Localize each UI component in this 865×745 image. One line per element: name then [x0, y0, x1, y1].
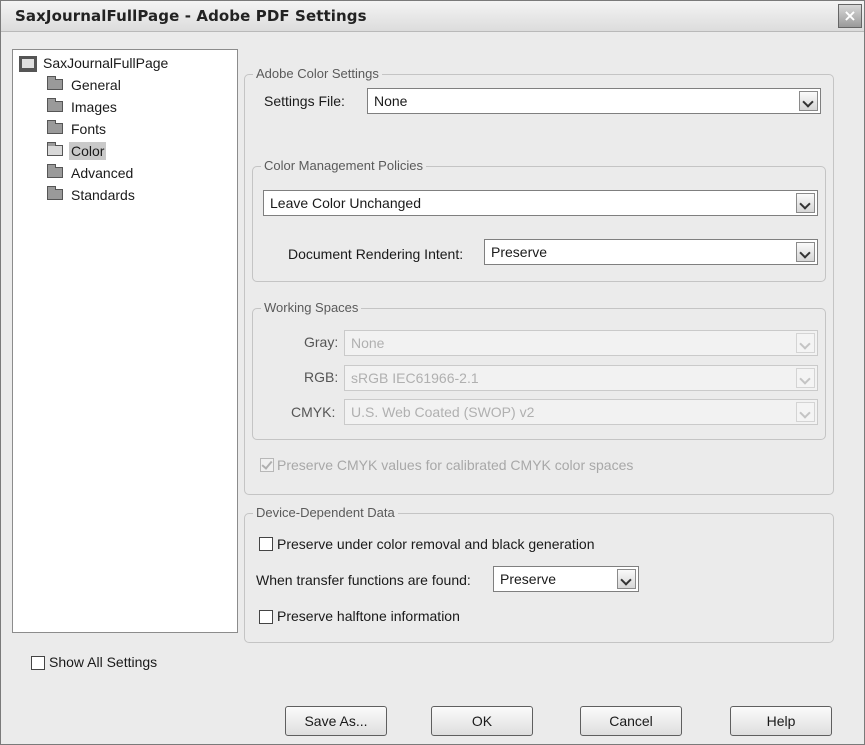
chevron-down-icon[interactable]: [796, 193, 815, 213]
folder-icon: [47, 164, 64, 179]
cmyk-workspace-select[interactable]: U.S. Web Coated (SWOP) v2: [344, 399, 818, 425]
settings-file-icon: [19, 56, 37, 72]
group-legend: Adobe Color Settings: [253, 66, 382, 81]
cmyk-value: U.S. Web Coated (SWOP) v2: [351, 404, 535, 420]
chevron-down-icon[interactable]: [796, 242, 815, 262]
rendering-intent-value: Preserve: [491, 244, 548, 260]
help-button[interactable]: Help: [730, 706, 832, 736]
chevron-down-icon: [796, 368, 815, 388]
folder-icon: [47, 120, 64, 135]
folder-icon: [47, 76, 64, 91]
rgb-label: RGB:: [304, 369, 339, 385]
gray-workspace-select[interactable]: None: [344, 330, 818, 356]
group-legend: Working Spaces: [261, 300, 362, 315]
preserve-cmyk-label: Preserve CMYK values for calibrated CMYK…: [277, 457, 634, 473]
tree-item-label: Color: [69, 142, 107, 160]
show-all-settings-checkbox[interactable]: [31, 656, 45, 670]
close-icon: ×: [843, 6, 857, 25]
group-legend: Color Management Policies: [261, 158, 426, 173]
preserve-halftone-checkbox[interactable]: [259, 610, 273, 624]
tree-item-label: Images: [71, 99, 117, 115]
gray-value: None: [351, 335, 385, 351]
settings-file-label: Settings File:: [264, 93, 345, 109]
color-policy-value: Leave Color Unchanged: [270, 195, 421, 211]
group-legend: Device-Dependent Data: [253, 505, 398, 520]
chevron-down-icon: [796, 333, 815, 353]
chevron-down-icon[interactable]: [799, 91, 818, 111]
rgb-value: sRGB IEC61966-2.1: [351, 370, 479, 386]
settings-tree: SaxJournalFullPage General Images Fonts …: [12, 49, 238, 633]
chevron-down-icon[interactable]: [617, 569, 636, 589]
tree-root-label: SaxJournalFullPage: [43, 55, 169, 71]
transfer-functions-label: When transfer functions are found:: [256, 572, 471, 588]
folder-icon: [47, 186, 64, 201]
cmyk-label: CMYK:: [291, 404, 336, 420]
pdf-settings-dialog: SaxJournalFullPage - Adobe PDF Settings …: [0, 0, 865, 745]
preserve-cmyk-checkbox[interactable]: [260, 458, 274, 472]
rgb-workspace-select[interactable]: sRGB IEC61966-2.1: [344, 365, 818, 391]
show-all-settings-label: Show All Settings: [49, 654, 158, 670]
tree-item-label: General: [71, 77, 121, 93]
preserve-halftone-label: Preserve halftone information: [277, 608, 460, 624]
settings-file-select[interactable]: None: [367, 88, 821, 114]
color-policy-select[interactable]: Leave Color Unchanged: [263, 190, 818, 216]
title-bar: SaxJournalFullPage - Adobe PDF Settings …: [1, 1, 864, 32]
preserve-ucr-checkbox[interactable]: [259, 537, 273, 551]
rendering-intent-select[interactable]: Preserve: [484, 239, 818, 265]
open-folder-icon: [47, 142, 64, 157]
transfer-functions-select[interactable]: Preserve: [493, 566, 639, 592]
checkmark-icon: [261, 458, 273, 470]
tree-item-label: Advanced: [71, 165, 134, 181]
window-title: SaxJournalFullPage - Adobe PDF Settings: [15, 7, 367, 25]
transfer-functions-value: Preserve: [500, 571, 557, 587]
ok-button[interactable]: OK: [431, 706, 533, 736]
tree-item-label: Standards: [71, 187, 135, 203]
tree-item-label: Fonts: [71, 121, 107, 137]
gray-label: Gray:: [304, 334, 339, 350]
settings-file-value: None: [374, 93, 408, 109]
save-as-button[interactable]: Save As...: [285, 706, 387, 736]
folder-icon: [47, 98, 64, 113]
close-button[interactable]: ×: [838, 4, 862, 28]
rendering-intent-label: Document Rendering Intent:: [288, 246, 464, 262]
cancel-button[interactable]: Cancel: [580, 706, 682, 736]
preserve-ucr-label: Preserve under color removal and black g…: [277, 536, 595, 552]
chevron-down-icon: [796, 402, 815, 422]
